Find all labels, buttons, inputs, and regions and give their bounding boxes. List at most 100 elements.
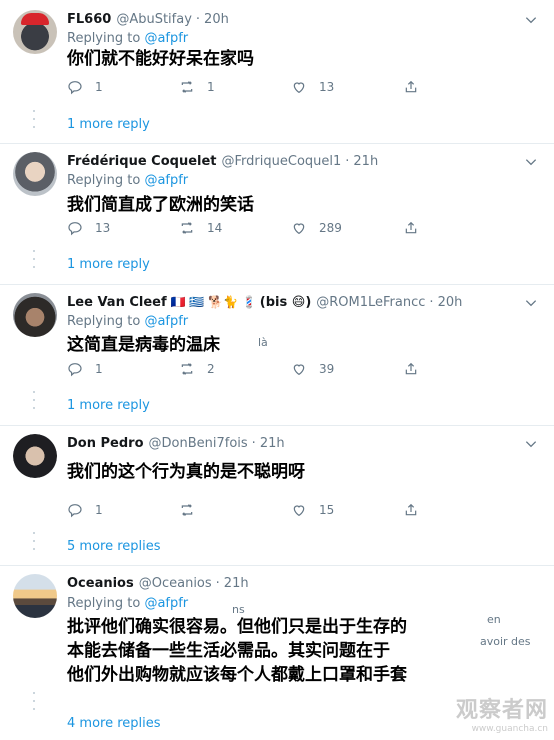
share-icon — [405, 503, 417, 516]
separator-dot: · — [251, 435, 256, 451]
like-button[interactable]: 15 — [291, 502, 403, 518]
tweet-text: 我们的这个行为真的是不聪明呀 — [67, 462, 305, 482]
ghost-text: en — [487, 613, 501, 626]
reply-count: 13 — [95, 221, 111, 235]
avatar[interactable] — [13, 434, 57, 478]
name-emojis: 🇫🇷 🇬🇷 🐕🐈 💈 — [170, 295, 257, 309]
like-count: 39 — [319, 362, 335, 376]
replying-to: Replying to @afpfr — [67, 596, 189, 611]
show-more-replies[interactable]: 4 more replies — [67, 716, 161, 731]
mention-link[interactable]: @afpfr — [144, 596, 188, 611]
mention-link[interactable]: @afpfr — [144, 314, 188, 329]
like-button[interactable]: 13 — [291, 79, 403, 95]
timestamp[interactable]: 21h — [353, 154, 378, 169]
thread-line — [33, 532, 35, 556]
replying-to: Replying to @afpfr — [67, 314, 189, 329]
tweet-4[interactable]: Don Pedro @DonBeni7fois · 21h 我们的这个行为真的是… — [0, 426, 554, 566]
share-button[interactable] — [403, 502, 515, 518]
user-handle[interactable]: @DonBeni7fois — [149, 436, 248, 451]
reply-button[interactable]: 1 — [67, 361, 179, 377]
tweet-text: 你们就不能好好呆在家吗 — [67, 49, 254, 69]
reply-icon — [68, 363, 82, 377]
show-more-replies[interactable]: 1 more reply — [67, 117, 150, 132]
user-handle[interactable]: @AbuStifay — [116, 12, 192, 27]
display-name[interactable]: Lee Van Cleef — [67, 295, 167, 310]
display-name[interactable]: Frédérique Coquelet — [67, 154, 217, 169]
action-bar: 1 2 39 — [67, 360, 515, 378]
avatar[interactable] — [13, 10, 57, 54]
tweet-2[interactable]: Frédérique Coquelet @FrdriqueCoquel1 · 2… — [0, 144, 554, 285]
retweet-icon — [181, 81, 193, 93]
avatar[interactable] — [13, 152, 57, 196]
retweet-count: 2 — [207, 362, 215, 376]
user-handle[interactable]: @ROM1LeFrancc — [316, 295, 425, 310]
show-more-replies[interactable]: 1 more reply — [67, 398, 150, 413]
separator-dot: · — [429, 294, 434, 310]
reply-count: 1 — [95, 362, 103, 376]
display-name[interactable]: Oceanios — [67, 576, 134, 591]
reply-button[interactable]: 13 — [67, 220, 179, 236]
user-handle[interactable]: @FrdriqueCoquel1 — [222, 154, 342, 169]
avatar[interactable] — [13, 293, 57, 337]
retweet-button[interactable]: 14 — [179, 220, 291, 236]
like-count: 289 — [319, 221, 342, 235]
share-icon — [405, 80, 417, 93]
retweet-button[interactable] — [179, 502, 291, 518]
separator-dot: · — [215, 575, 220, 591]
ghost-text: là — [258, 336, 268, 349]
reply-count: 1 — [95, 503, 103, 517]
share-icon — [405, 221, 417, 234]
chevron-down-icon[interactable] — [524, 12, 538, 26]
reply-icon — [68, 222, 82, 236]
share-icon — [405, 362, 417, 375]
chevron-down-icon[interactable] — [524, 154, 538, 168]
mention-link[interactable]: @afpfr — [144, 173, 188, 188]
like-icon — [293, 223, 305, 235]
mention-link[interactable]: @afpfr — [144, 31, 188, 46]
tweet-text: 这简直是病毒的温床 — [67, 335, 220, 355]
reply-icon — [68, 504, 82, 518]
timestamp[interactable]: 21h — [224, 576, 249, 591]
retweet-icon — [181, 363, 193, 375]
tweet-3[interactable]: Lee Van Cleef 🇫🇷 🇬🇷 🐕🐈 💈 (bis 😄) @ROM1Le… — [0, 285, 554, 426]
chevron-down-icon[interactable] — [524, 295, 538, 309]
thread-line — [33, 692, 35, 716]
display-name[interactable]: FL660 — [67, 12, 111, 27]
like-count: 15 — [319, 503, 335, 517]
tweet-text: 我们简直成了欧洲的笑话 — [67, 195, 254, 215]
watermark-text: 观察者网 — [455, 698, 548, 723]
ghost-text: avoir des — [480, 635, 531, 648]
share-button[interactable] — [403, 220, 515, 236]
reply-button[interactable]: 1 — [67, 79, 179, 95]
retweet-button[interactable]: 1 — [179, 79, 291, 95]
display-name[interactable]: Don Pedro — [67, 436, 144, 451]
share-button[interactable] — [403, 361, 515, 377]
show-more-replies[interactable]: 1 more reply — [67, 257, 150, 272]
reply-button[interactable]: 1 — [67, 502, 179, 518]
share-button[interactable] — [403, 79, 515, 95]
retweet-count: 14 — [207, 221, 223, 235]
action-bar: 1 15 — [67, 501, 515, 519]
separator-dot: · — [345, 153, 350, 169]
chevron-down-icon[interactable] — [524, 436, 538, 450]
show-more-replies[interactable]: 5 more replies — [67, 539, 161, 554]
thread-line — [33, 110, 35, 134]
retweet-icon — [181, 504, 193, 516]
timestamp[interactable]: 20h — [438, 295, 463, 310]
retweet-button[interactable]: 2 — [179, 361, 291, 377]
tweet-text: 批评他们确实很容易。但他们只是出于生存的 本能去储备一些生活必需品。其实问题在于… — [67, 617, 407, 685]
user-handle[interactable]: @Oceanios — [139, 576, 212, 591]
like-button[interactable]: 39 — [291, 361, 403, 377]
like-button[interactable]: 289 — [291, 220, 403, 236]
tweet-1[interactable]: FL660 @AbuStifay · 20h Replying to @afpf… — [0, 0, 554, 144]
replying-to: Replying to @afpfr — [67, 31, 189, 46]
action-bar: 1 1 13 — [67, 78, 515, 96]
avatar[interactable] — [13, 574, 57, 618]
replying-to: Replying to @afpfr — [67, 173, 189, 188]
timestamp[interactable]: 21h — [260, 436, 285, 451]
watermark: 观察者网 www.guancha.cn — [456, 692, 548, 734]
timestamp[interactable]: 20h — [204, 12, 229, 27]
retweet-icon — [181, 222, 193, 234]
watermark-url: www.guancha.cn — [471, 724, 548, 734]
like-icon — [293, 364, 305, 376]
